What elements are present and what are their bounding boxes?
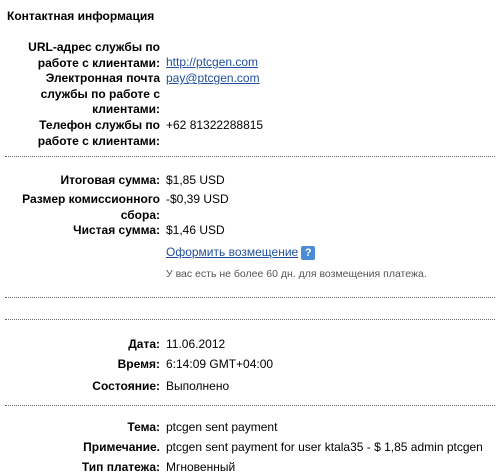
note-label: Примечание. [83,440,160,454]
support-email-label-line: Электронная почта [45,71,160,85]
status-value: Выполнено [166,379,230,393]
total-amount-value: $1,85 USD [166,173,225,187]
divider [5,156,495,157]
subject-label: Тема: [127,420,160,434]
support-phone-label-line: работе с клиентами: [37,133,160,148]
date-value: 11.06.2012 [166,337,226,351]
support-email-label-line: службы по работе с [40,86,160,101]
support-email-text[interactable]: pay@ptcgen.com [166,71,260,85]
divider [5,297,495,298]
payment-type-label: Тип платежа: [81,460,160,474]
help-icon[interactable]: ? [301,245,316,260]
time-value: 6:14:09 GMT+04:00 [166,357,274,371]
divider [5,319,495,320]
fee-label: Размер комиссионного сбора: [22,192,160,223]
support-email-label: Электронная почта службы по работе с кли… [41,71,160,118]
support-phone-label: Телефон службы по работе с клиентами: [38,118,160,149]
note-value: ptcgen sent payment for user ktala35 - $… [166,440,483,454]
support-phone-value: +62 81322288815 [166,118,264,132]
status-label: Состояние: [92,379,160,393]
support-url-label: URL-адрес службы по работе с клиентами: [28,40,160,71]
subject-value: ptcgen sent payment [166,420,278,434]
support-url-link[interactable]: http://ptcgen.com [166,55,258,71]
net-amount-value: $1,46 USD [166,223,225,237]
support-url-text[interactable]: http://ptcgen.com [166,55,258,69]
date-label: Дата: [128,337,160,351]
support-url-label-line: URL-адрес службы по [28,40,160,54]
support-email-link[interactable]: pay@ptcgen.com [166,71,260,87]
time-label: Время: [117,357,160,371]
refund-note: У вас есть не более 60 дн. для возмещени… [166,268,427,280]
net-amount-label: Чистая сумма: [73,223,160,237]
support-email-label-line: клиентами: [92,102,160,116]
refund-row: Оформить возмещение? [166,245,316,261]
fee-value: -$0,39 USD [166,192,229,206]
support-phone-label-line: Телефон службы по [39,118,160,132]
fee-label-line: сбора: [120,207,160,222]
divider [5,405,495,406]
section-header-contact-info: Контактная информация [7,9,155,23]
payment-type-value: Мгновенный [166,460,236,474]
total-amount-label: Итоговая сумма: [60,173,160,187]
support-url-label-line: работе с клиентами: [37,55,160,70]
fee-label-line: Размер комиссионного [22,192,160,206]
issue-refund-link[interactable]: Оформить возмещение [166,245,298,259]
